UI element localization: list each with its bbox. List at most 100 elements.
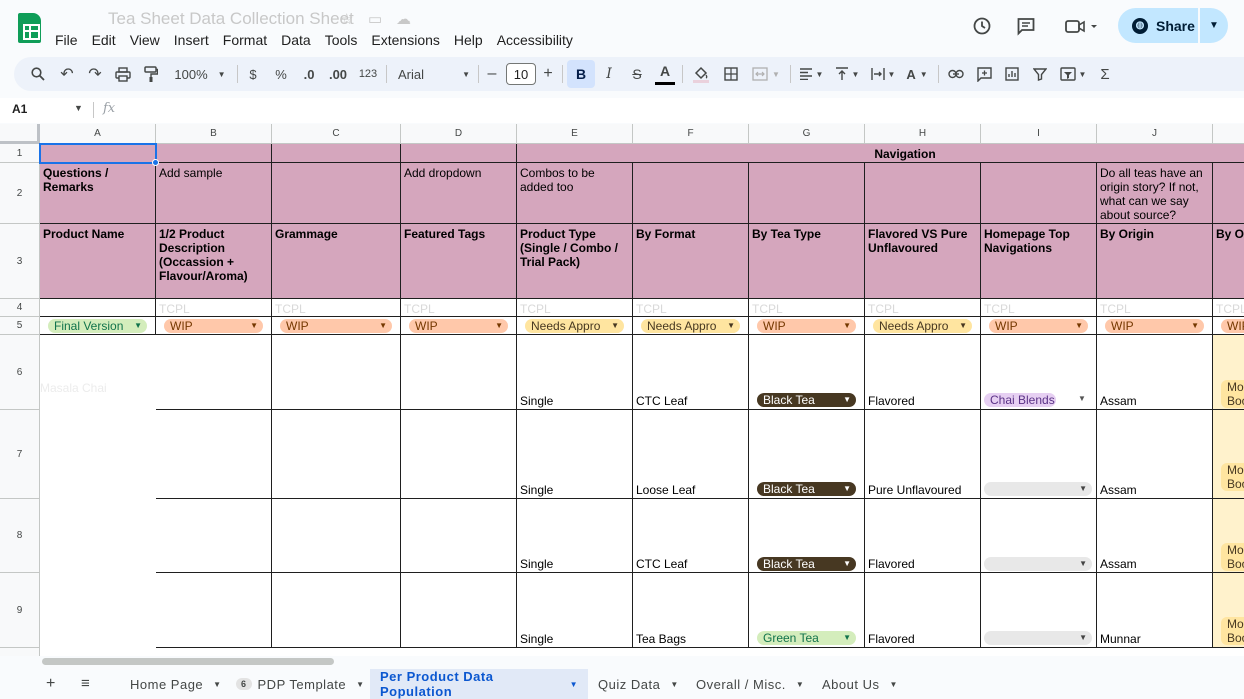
status-chip-wip[interactable]: WIP ▼: [280, 319, 392, 333]
cell-d2[interactable]: Add dropdown: [401, 163, 517, 224]
document-title[interactable]: Tea Sheet Data Collection Sheet: [108, 9, 354, 29]
merge-cells-icon[interactable]: ▼: [748, 57, 784, 91]
column-header-i[interactable]: I: [981, 124, 1097, 144]
row-header-10[interactable]: [0, 648, 40, 656]
cell-b4[interactable]: TCPL: [156, 299, 272, 317]
cell-h9[interactable]: Flavored: [865, 573, 981, 648]
cell-f2[interactable]: [633, 163, 749, 224]
status-chip-wip[interactable]: WIP ▼: [1105, 319, 1204, 333]
spreadsheet-grid[interactable]: A B C D E F G H I J 1 2 3 4 5 6 7 8 9 Na…: [0, 124, 1244, 656]
chip-dropdown-icon[interactable]: ▼: [1078, 394, 1086, 403]
cell-j4[interactable]: TCPL: [1097, 299, 1213, 317]
column-header-a[interactable]: A: [40, 124, 156, 144]
cell-d8[interactable]: [401, 499, 517, 573]
horizontal-scrollbar[interactable]: [42, 658, 334, 665]
increase-decimal-button[interactable]: .00: [326, 57, 350, 91]
tab-overall-misc[interactable]: Overall / Misc. ▼: [686, 669, 814, 699]
status-chip-wip[interactable]: WIP: [1221, 319, 1244, 333]
zoom-select[interactable]: 100% ▼: [170, 57, 230, 91]
print-icon[interactable]: [112, 57, 134, 91]
tea-type-chip[interactable]: Black Tea ▼: [757, 393, 856, 407]
cell-e3[interactable]: Product Type (Single / Combo / Trial Pac…: [517, 224, 633, 299]
cell-g4[interactable]: TCPL: [749, 299, 865, 317]
occasion-chip[interactable]: Mor Boo: [1221, 617, 1244, 645]
nav-chip-empty[interactable]: ▼: [984, 631, 1092, 645]
menu-insert[interactable]: Insert: [167, 30, 216, 50]
cell-d9[interactable]: [401, 573, 517, 648]
row-header-4[interactable]: 4: [0, 299, 40, 317]
cell-c8[interactable]: [272, 499, 401, 573]
menu-tools[interactable]: Tools: [318, 30, 365, 50]
cell-f4[interactable]: TCPL: [633, 299, 749, 317]
column-header-c[interactable]: C: [272, 124, 401, 144]
increase-font-size-button[interactable]: +: [540, 57, 556, 91]
status-chip-needs-approval[interactable]: Needs Appro ▼: [873, 319, 972, 333]
row-header-8[interactable]: 8: [0, 499, 40, 573]
cell-e2[interactable]: Combos to be added too: [517, 163, 633, 224]
cell-b6[interactable]: [156, 335, 272, 410]
occasion-chip[interactable]: Mor Boo: [1221, 380, 1244, 408]
nav-chip[interactable]: Chai Blends: [984, 393, 1056, 407]
cell-i3[interactable]: Homepage Top Navigations: [981, 224, 1097, 299]
cell-c6[interactable]: [272, 335, 401, 410]
insert-link-icon[interactable]: [944, 57, 968, 91]
font-select[interactable]: Arial ▼: [394, 57, 470, 91]
cell-d4[interactable]: TCPL: [401, 299, 517, 317]
status-chip-wip[interactable]: WIP ▼: [757, 319, 856, 333]
cell-j2[interactable]: Do all teas have an origin story? If not…: [1097, 163, 1213, 224]
cell-f8[interactable]: CTC Leaf: [633, 499, 749, 573]
currency-format-button[interactable]: $: [244, 57, 262, 91]
menu-file[interactable]: File: [48, 30, 85, 50]
cell-e8[interactable]: Single: [517, 499, 633, 573]
undo-icon[interactable]: ↶: [56, 57, 78, 91]
menu-data[interactable]: Data: [274, 30, 318, 50]
status-chip-wip[interactable]: WIP ▼: [989, 319, 1088, 333]
fill-handle[interactable]: [152, 159, 159, 166]
status-chip-needs-approval[interactable]: Needs Appro ▼: [641, 319, 740, 333]
text-color-button[interactable]: A: [654, 57, 676, 91]
move-folder-icon[interactable]: ▭: [368, 10, 382, 28]
column-header-g[interactable]: G: [749, 124, 865, 144]
cell-g3[interactable]: By Tea Type: [749, 224, 865, 299]
font-size-input[interactable]: 10: [506, 63, 536, 85]
filter-views-icon[interactable]: ▼: [1056, 57, 1090, 91]
cell-c3[interactable]: Grammage: [272, 224, 401, 299]
name-box-chevron-icon[interactable]: ▼: [74, 103, 83, 113]
share-dropdown-chevron-icon[interactable]: ▼: [1200, 8, 1228, 43]
insert-comment-icon[interactable]: [972, 57, 996, 91]
menu-accessibility[interactable]: Accessibility: [490, 30, 580, 50]
paint-format-icon[interactable]: [140, 57, 162, 91]
text-rotation-icon[interactable]: A ▼: [902, 57, 932, 91]
column-header-k[interactable]: [1213, 124, 1244, 144]
italic-button[interactable]: I: [598, 57, 620, 91]
row-header-5[interactable]: 5: [0, 317, 40, 335]
cell-b7[interactable]: [156, 410, 272, 499]
filter-icon[interactable]: [1028, 57, 1052, 91]
cell-c9[interactable]: [272, 573, 401, 648]
cell-f6[interactable]: CTC Leaf: [633, 335, 749, 410]
tea-type-chip[interactable]: Black Tea ▼: [757, 557, 856, 571]
cell-h6[interactable]: Flavored: [865, 335, 981, 410]
cell-d3[interactable]: Featured Tags: [401, 224, 517, 299]
column-header-e[interactable]: E: [517, 124, 633, 144]
borders-icon[interactable]: [720, 57, 742, 91]
cell-a2[interactable]: Questions / Remarks: [40, 163, 156, 224]
cell-h7[interactable]: Pure Unflavoured: [865, 410, 981, 499]
cell-e4[interactable]: TCPL: [517, 299, 633, 317]
cell-d7[interactable]: [401, 410, 517, 499]
cloud-status-icon[interactable]: ☁: [396, 10, 411, 28]
cell-f9[interactable]: Tea Bags: [633, 573, 749, 648]
column-header-b[interactable]: B: [156, 124, 272, 144]
menu-edit[interactable]: Edit: [85, 30, 123, 50]
cell-i2[interactable]: [981, 163, 1097, 224]
navigation-header[interactable]: Navigation: [517, 144, 1244, 163]
fill-color-button[interactable]: [690, 57, 712, 91]
row-header-6[interactable]: 6: [0, 335, 40, 410]
more-formats-button[interactable]: 123: [356, 57, 380, 91]
select-all-corner[interactable]: [0, 124, 40, 144]
cell-k4[interactable]: TCPL: [1213, 299, 1244, 317]
column-header-d[interactable]: D: [401, 124, 517, 144]
percent-format-button[interactable]: %: [272, 57, 290, 91]
cell-e7[interactable]: Single: [517, 410, 633, 499]
cell-g2[interactable]: [749, 163, 865, 224]
